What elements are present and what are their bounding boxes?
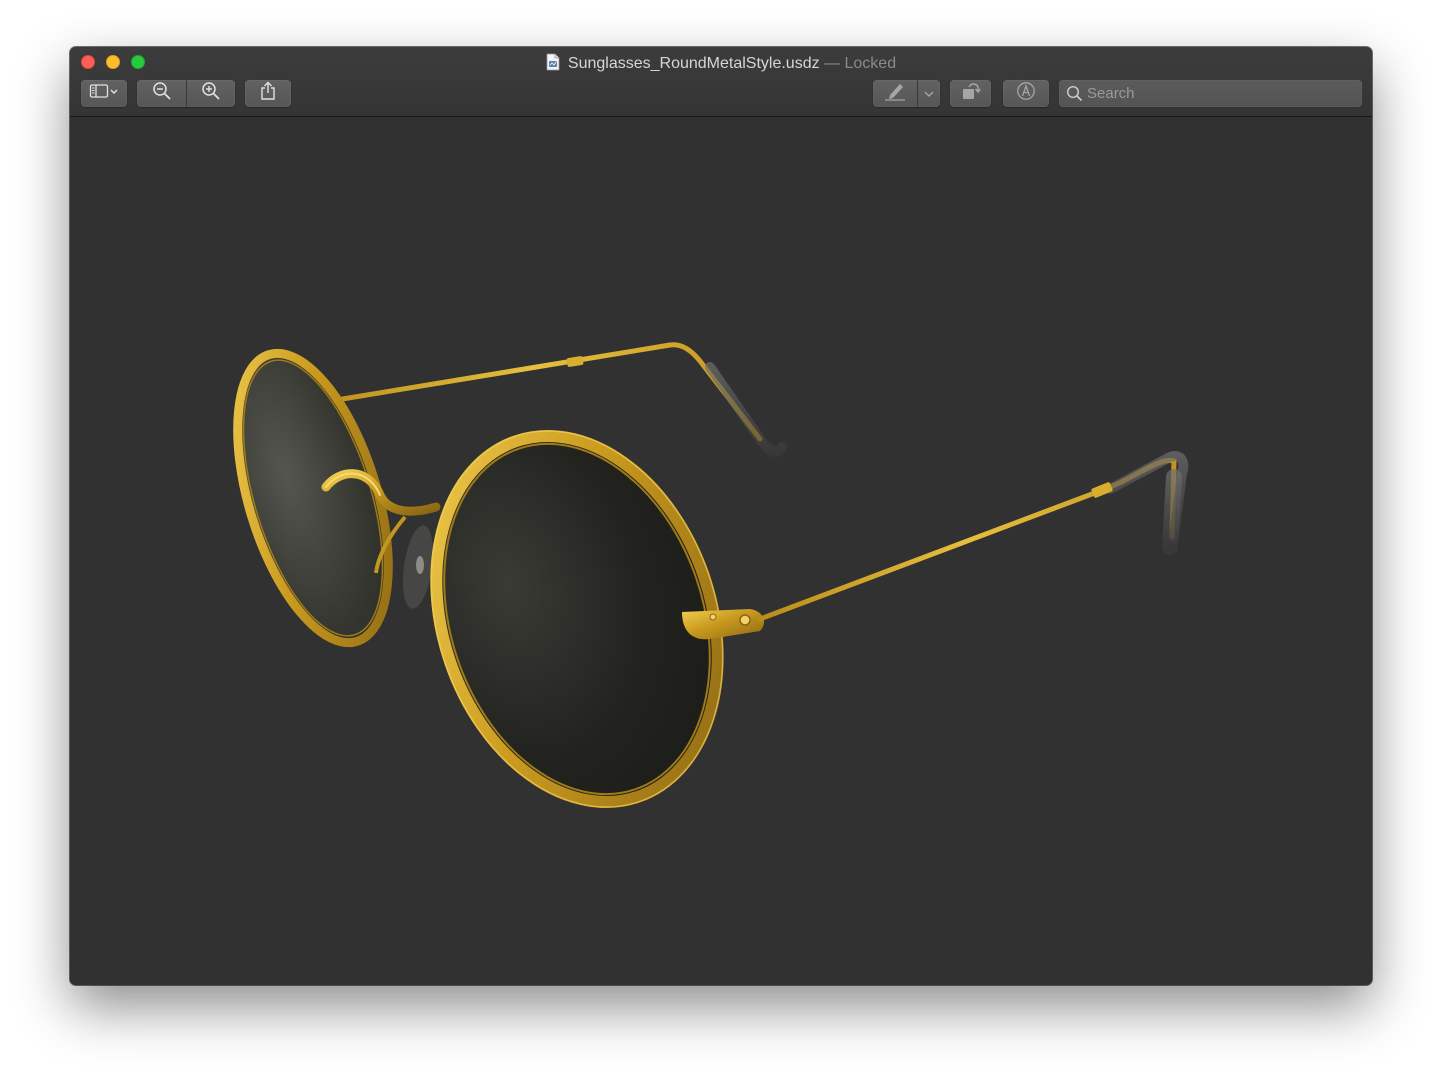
share-button[interactable] [245,80,291,107]
zoom-segmented-control [137,80,235,107]
markup-pen-control [873,80,940,107]
markup-pen-dropdown[interactable] [918,80,940,107]
rotate-icon [960,81,982,106]
window-title: Sunglasses_RoundMetalStyle.usdz — Locked [70,53,1372,77]
markup-pen-button[interactable] [873,80,917,107]
zoom-in-icon [201,81,221,106]
markup-icon [1016,81,1036,106]
share-icon [259,81,277,106]
zoom-in-button[interactable] [187,80,235,107]
file-name: Sunglasses_RoundMetalStyle.usdz [567,55,820,72]
search-field[interactable] [1059,80,1362,107]
zoom-out-icon [152,81,172,106]
search-icon [1066,85,1083,107]
search-input[interactable] [1087,80,1355,107]
document-icon [546,53,560,77]
locked-status[interactable]: Locked [845,55,897,72]
pen-icon [883,81,907,106]
markup-button[interactable] [1003,80,1049,107]
sidebar-icon [89,83,119,104]
hinge [682,609,765,640]
model-viewport[interactable] [70,117,1372,985]
sunglasses-3d-model[interactable] [70,117,1372,985]
preview-window: Sunglasses_RoundMetalStyle.usdz — Locked [70,47,1372,985]
title-separator: — [824,55,841,72]
zoom-out-button[interactable] [137,80,186,107]
sidebar-toggle-button[interactable] [81,80,127,107]
chevron-down-icon [924,85,934,103]
rotate-button[interactable] [950,80,991,107]
front-temple-arm [757,451,1189,622]
title-bar[interactable]: Sunglasses_RoundMetalStyle.usdz — Locked [70,47,1372,117]
